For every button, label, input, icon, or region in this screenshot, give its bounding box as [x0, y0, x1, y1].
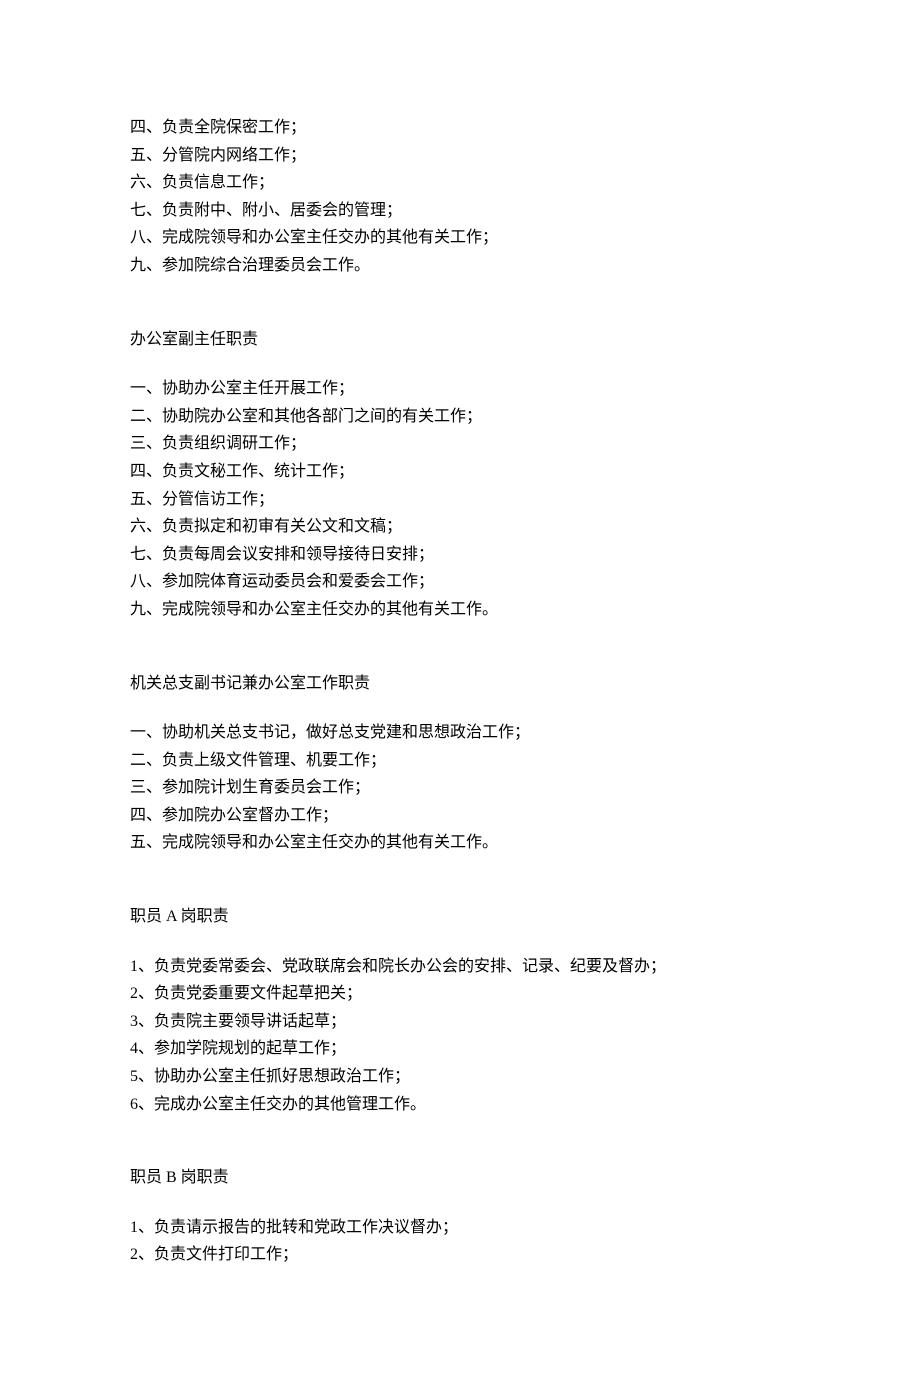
section-3: 机关总支副书记兼办公室工作职责 一、协助机关总支书记，做好总支党建和思想政治工作…	[130, 671, 790, 857]
list-item: 六、负责信息工作；	[130, 170, 790, 196]
list-item: 八、参加院体育运动委员会和爱委会工作；	[130, 569, 790, 595]
section-heading: 职员 A 岗职责	[130, 904, 790, 930]
list-item: 二、负责上级文件管理、机要工作；	[130, 748, 790, 774]
list-item: 四、参加院办公室督办工作；	[130, 803, 790, 829]
list-item: 八、完成院领导和办公室主任交办的其他有关工作；	[130, 225, 790, 251]
list-item: 五、分管院内网络工作；	[130, 143, 790, 169]
list-item: 6、完成办公室主任交办的其他管理工作。	[130, 1092, 790, 1118]
list-item: 四、负责文秘工作、统计工作；	[130, 459, 790, 485]
list-item: 六、负责拟定和初审有关公文和文稿；	[130, 514, 790, 540]
list-item: 3、负责院主要领导讲话起草；	[130, 1009, 790, 1035]
list-item: 2、负责文件打印工作；	[130, 1242, 790, 1268]
list-item: 一、协助办公室主任开展工作；	[130, 376, 790, 402]
section-1-continued: 四、负责全院保密工作； 五、分管院内网络工作； 六、负责信息工作； 七、负责附中…	[130, 115, 790, 279]
list-item: 2、负责党委重要文件起草把关；	[130, 981, 790, 1007]
list-item: 二、协助院办公室和其他各部门之间的有关工作；	[130, 404, 790, 430]
list-item: 一、协助机关总支书记，做好总支党建和思想政治工作；	[130, 720, 790, 746]
list-item: 三、参加院计划生育委员会工作；	[130, 775, 790, 801]
section-5: 职员 B 岗职责 1、负责请示报告的批转和党政工作决议督办； 2、负责文件打印工…	[130, 1165, 790, 1268]
list-item: 1、负责党委常委会、党政联席会和院长办公会的安排、记录、纪要及督办；	[130, 954, 790, 980]
list-item: 三、负责组织调研工作；	[130, 431, 790, 457]
section-heading: 职员 B 岗职责	[130, 1165, 790, 1191]
section-heading: 办公室副主任职责	[130, 327, 790, 353]
list-item: 五、完成院领导和办公室主任交办的其他有关工作。	[130, 830, 790, 856]
section-2: 办公室副主任职责 一、协助办公室主任开展工作； 二、协助院办公室和其他各部门之间…	[130, 327, 790, 623]
list-item: 七、负责附中、附小、居委会的管理；	[130, 198, 790, 224]
list-item: 四、负责全院保密工作；	[130, 115, 790, 141]
list-item: 4、参加学院规划的起草工作；	[130, 1036, 790, 1062]
section-heading: 机关总支副书记兼办公室工作职责	[130, 671, 790, 697]
list-item: 5、协助办公室主任抓好思想政治工作；	[130, 1064, 790, 1090]
section-4: 职员 A 岗职责 1、负责党委常委会、党政联席会和院长办公会的安排、记录、纪要及…	[130, 904, 790, 1117]
list-item: 1、负责请示报告的批转和党政工作决议督办；	[130, 1215, 790, 1241]
list-item: 七、负责每周会议安排和领导接待日安排；	[130, 542, 790, 568]
list-item: 九、参加院综合治理委员会工作。	[130, 253, 790, 279]
list-item: 九、完成院领导和办公室主任交办的其他有关工作。	[130, 597, 790, 623]
list-item: 五、分管信访工作；	[130, 487, 790, 513]
